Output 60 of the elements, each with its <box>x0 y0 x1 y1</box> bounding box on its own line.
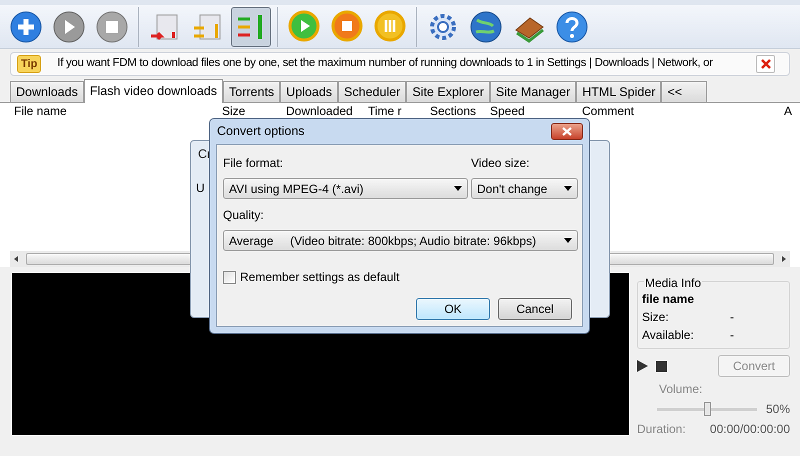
globe-icon <box>469 10 503 44</box>
stop-icon <box>95 10 129 44</box>
video-size-dropdown[interactable]: Don't change <box>471 178 578 199</box>
size-value: - <box>730 309 734 326</box>
file-name-label: file name <box>642 291 696 308</box>
duration-value: 00:00/00:00:00 <box>710 421 790 438</box>
stop-circle-icon <box>330 10 364 44</box>
tab[interactable]: << <box>661 81 708 102</box>
column-header[interactable]: Comment <box>582 104 782 118</box>
column-header[interactable]: Size <box>208 104 286 118</box>
field-label: U <box>196 180 205 197</box>
caret-icon <box>564 186 572 191</box>
column-header[interactable]: A <box>784 104 800 118</box>
close-icon <box>760 59 770 69</box>
tab[interactable]: Scheduler <box>338 81 406 102</box>
help-icon <box>555 10 589 44</box>
cancel-button[interactable]: Cancel <box>498 298 572 320</box>
close-button[interactable] <box>756 55 775 73</box>
slider-thumb[interactable] <box>704 402 711 416</box>
close-button[interactable] <box>551 123 583 140</box>
tip-text: If you want FDM to download files one by one, set the maximum number of running downloads to 1 in Settings | Downloads | Network, or <box>57 56 713 72</box>
checkbox[interactable] <box>223 270 236 284</box>
close-icon <box>562 127 572 136</box>
add-icon <box>9 10 43 44</box>
duration-label: Duration: <box>637 421 686 438</box>
checkbox-label: Remember settings as default <box>240 269 400 286</box>
column-header[interactable]: Downloaded <box>286 104 368 118</box>
tab[interactable]: Flash video downloads <box>84 79 224 103</box>
caret-icon <box>454 186 462 191</box>
column-header[interactable]: Time r <box>368 104 430 118</box>
video-size-label: Video size: <box>471 155 530 172</box>
play-circle-icon <box>287 10 321 44</box>
volume-slider[interactable] <box>657 402 757 416</box>
column-header[interactable]: Speed <box>490 104 582 118</box>
available-value: - <box>730 327 734 344</box>
column-header[interactable]: Sections <box>430 104 490 118</box>
toolbar-button[interactable] <box>231 6 271 46</box>
tip-badge: Tip <box>17 54 42 74</box>
play-icon[interactable] <box>637 360 648 372</box>
quality-dropdown[interactable]: Average (Video bitrate: 800kbps; Audio bitrate: 96kbps) <box>223 230 578 251</box>
tab[interactable]: Site Explorer <box>406 81 490 102</box>
tab[interactable]: Downloads <box>10 81 84 102</box>
volume-label: Volume: <box>659 381 704 398</box>
ok-button[interactable]: OK <box>416 298 490 320</box>
tab[interactable]: HTML Spider <box>576 81 662 102</box>
tab[interactable]: Uploads <box>280 81 338 102</box>
file-format-label: File format: <box>223 155 284 172</box>
stop-icon[interactable] <box>656 360 667 372</box>
size-label: Size: <box>642 309 670 326</box>
volume-reading: 50% <box>766 401 790 418</box>
tab[interactable]: Torrents <box>223 81 280 102</box>
pause-circle-icon <box>373 10 407 44</box>
available-label: Available: <box>642 327 695 344</box>
dialog-title: Convert options <box>217 123 305 140</box>
caret-icon <box>564 238 572 243</box>
file-format-dropdown[interactable]: AVI using MPEG-4 (*.avi) <box>223 178 468 199</box>
play-icon <box>52 10 86 44</box>
tab[interactable]: Site Manager <box>490 81 576 102</box>
quality-label: Quality: <box>223 207 265 224</box>
column-header[interactable]: File name <box>0 104 208 118</box>
